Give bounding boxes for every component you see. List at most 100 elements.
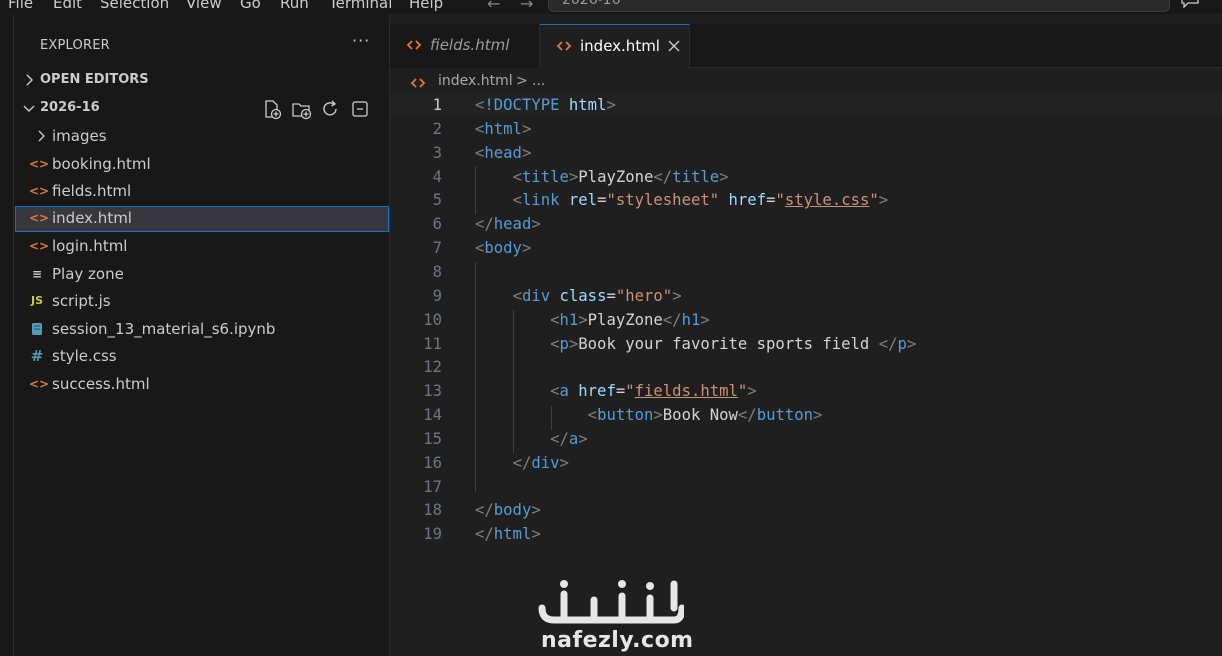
html-file-icon: <> bbox=[29, 377, 50, 391]
code-token: Book Now bbox=[662, 406, 738, 425]
line-number: 1 bbox=[432, 96, 442, 114]
back-arrow-icon[interactable]: ← bbox=[487, 0, 500, 13]
code-line[interactable]: 17 bbox=[390, 476, 1222, 500]
code-line[interactable]: 16 </div> bbox=[390, 452, 1222, 476]
code-text: <a href="fields.html"> bbox=[475, 380, 757, 403]
open-editors-header[interactable]: OPEN EDITORS bbox=[20, 70, 388, 92]
collapse-all-icon[interactable] bbox=[349, 98, 371, 120]
watermark-logo bbox=[538, 580, 684, 624]
code-token[interactable]: style.css bbox=[785, 191, 870, 209]
close-icon[interactable] bbox=[666, 38, 682, 54]
code-token: > bbox=[559, 453, 569, 472]
code-token: > bbox=[521, 119, 532, 138]
code-line[interactable]: 9 <div class="hero"> bbox=[390, 285, 1222, 309]
code-line[interactable]: 18 </body> bbox=[390, 499, 1222, 523]
code-editor[interactable]: 1 <!DOCTYPE html> 2 <html> 3 <head> 4 <title>P… bbox=[390, 94, 1222, 656]
breadcrumb-file[interactable]: index.html bbox=[438, 73, 513, 89]
tree-item-notebook[interactable]: session_13_material_s6.ipynb bbox=[15, 317, 389, 343]
text-file-icon: ≡ bbox=[31, 267, 43, 281]
code-line[interactable]: 19 </html> bbox=[390, 523, 1222, 547]
code-line[interactable]: 12 bbox=[390, 356, 1222, 380]
code-line[interactable]: 11 <p>Book your favorite sports field </… bbox=[390, 333, 1222, 357]
line-number: 11 bbox=[423, 334, 442, 353]
tree-item-style-css[interactable]: # style.css bbox=[15, 344, 389, 370]
code-token: < bbox=[550, 310, 560, 329]
code-token: link bbox=[521, 191, 560, 210]
new-file-icon[interactable] bbox=[261, 98, 283, 120]
menu-edit[interactable]: Edit bbox=[53, 0, 82, 12]
tree-item-success-html[interactable]: <> success.html bbox=[15, 372, 389, 398]
title-bar: File Edit Selection View Go Run Terminal… bbox=[0, 0, 1222, 14]
line-number: 7 bbox=[432, 239, 442, 258]
tree-item-label: session_13_material_s6.ipynb bbox=[52, 320, 276, 338]
line-number: 13 bbox=[423, 382, 442, 401]
code-line[interactable]: 2 <html> bbox=[390, 118, 1222, 142]
tree-item-play-zone[interactable]: ≡ Play zone bbox=[15, 262, 389, 288]
tree-item-booking-html[interactable]: <> booking.html bbox=[15, 152, 389, 178]
code-token: > bbox=[747, 382, 757, 401]
code-token: a bbox=[568, 429, 579, 448]
command-center-search[interactable]: 2026-16 bbox=[548, 0, 1170, 12]
folder-actions bbox=[261, 98, 375, 120]
chat-icon[interactable] bbox=[1180, 0, 1200, 8]
html-file-icon bbox=[406, 40, 422, 50]
line-number: 17 bbox=[423, 477, 442, 496]
code-line[interactable]: 4 <title>PlayZone</title> bbox=[390, 166, 1222, 190]
code-line[interactable]: 7 <body> bbox=[390, 237, 1222, 261]
menu-help[interactable]: Help bbox=[409, 0, 443, 12]
tree-item-script-js[interactable]: JS script.js bbox=[15, 289, 389, 315]
code-token: p bbox=[559, 334, 569, 353]
code-line[interactable]: 5 <link rel="stylesheet" href="style.css… bbox=[390, 189, 1222, 213]
menu-selection[interactable]: Selection bbox=[100, 0, 169, 12]
tree-item-label: style.css bbox=[52, 347, 117, 365]
menu-view[interactable]: View bbox=[186, 0, 222, 12]
breadcrumb-more[interactable]: ... bbox=[532, 73, 545, 89]
menu-run[interactable]: Run bbox=[280, 0, 309, 12]
tab-index-html[interactable]: index.html bbox=[540, 24, 690, 69]
line-number: 8 bbox=[432, 262, 442, 281]
code-token: html bbox=[493, 525, 532, 544]
code-text: <body> bbox=[475, 237, 531, 260]
code-line[interactable]: 1 <!DOCTYPE html> bbox=[390, 94, 1222, 118]
code-token: > bbox=[906, 334, 917, 353]
code-token: < bbox=[550, 334, 560, 353]
code-token: " bbox=[869, 191, 879, 210]
code-token[interactable]: fields.html bbox=[635, 382, 738, 400]
new-folder-icon[interactable] bbox=[290, 98, 312, 120]
line-number: 10 bbox=[423, 310, 442, 329]
code-line[interactable]: 3 <head> bbox=[390, 142, 1222, 166]
code-line[interactable]: 6 </head> bbox=[390, 213, 1222, 237]
code-token: = bbox=[606, 286, 616, 305]
tree-item-images[interactable]: images bbox=[15, 124, 389, 150]
code-line[interactable]: 15 </a> bbox=[390, 428, 1222, 452]
code-line[interactable]: 10 <h1>PlayZone</h1> bbox=[390, 309, 1222, 333]
chevron-down-icon bbox=[23, 105, 35, 112]
tree-item-fields-html[interactable]: <> fields.html bbox=[15, 179, 389, 205]
command-center-text: 2026-16 bbox=[562, 0, 621, 8]
html-file-icon: <> bbox=[29, 184, 50, 198]
line-number: 5 bbox=[432, 191, 442, 210]
menu-go[interactable]: Go bbox=[240, 0, 261, 12]
code-token: < bbox=[550, 382, 560, 401]
code-token: </ bbox=[662, 310, 682, 329]
code-token: " bbox=[625, 382, 635, 401]
refresh-icon[interactable] bbox=[319, 98, 341, 120]
more-actions-icon[interactable]: ··· bbox=[352, 31, 370, 50]
code-line[interactable]: 14 <button>Book Now</button> bbox=[390, 404, 1222, 428]
forward-arrow-icon[interactable]: → bbox=[520, 0, 533, 13]
menu-terminal[interactable]: Terminal bbox=[329, 0, 392, 12]
menu-file[interactable]: File bbox=[8, 0, 33, 12]
tab-fields-html[interactable]: fields.html bbox=[390, 24, 540, 68]
tree-item-login-html[interactable]: <> login.html bbox=[15, 234, 389, 260]
tree-item-index-html[interactable]: <> index.html bbox=[15, 206, 389, 232]
code-line[interactable]: 13 <a href="fields.html"> bbox=[390, 380, 1222, 404]
code-token: !DOCTYPE bbox=[484, 96, 560, 114]
code-line[interactable]: 8 bbox=[390, 261, 1222, 285]
code-token: title bbox=[521, 167, 569, 186]
code-token: button bbox=[597, 406, 654, 425]
code-token: div bbox=[531, 453, 560, 472]
